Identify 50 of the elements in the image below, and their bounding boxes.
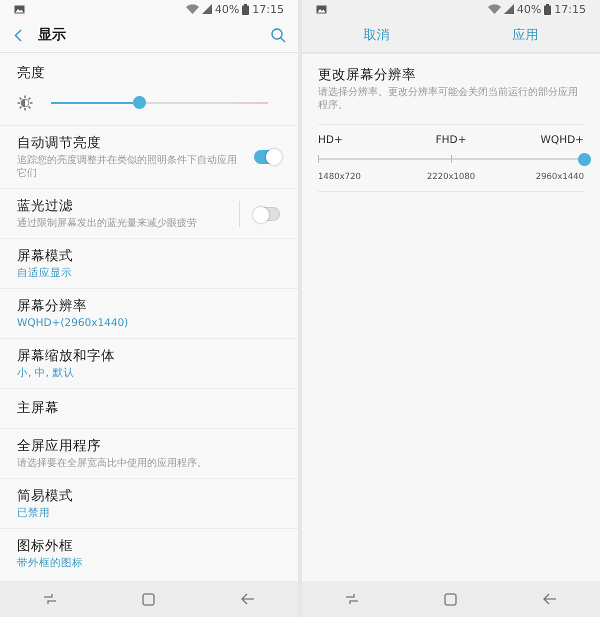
- setting-description: 追踪您的亮度调整并在类似的照明条件下自动应用它们: [17, 154, 238, 180]
- recent-apps-icon[interactable]: [42, 593, 57, 605]
- resolution-value: 1480x720: [318, 172, 361, 182]
- setting-title[interactable]: 屏幕模式: [17, 247, 268, 266]
- brightness-label: 亮度: [17, 64, 46, 83]
- toggle-switch[interactable]: [254, 206, 280, 220]
- setting-description: 请选择要在全屏宽高比中使用的应用程序。: [17, 457, 208, 470]
- wifi-icon: [488, 4, 501, 14]
- setting-value: 小, 中, 默认: [17, 367, 76, 380]
- setting-title[interactable]: 简易模式: [17, 487, 268, 506]
- toggle-switch[interactable]: [254, 150, 280, 164]
- dialog-title: 更改屏幕分辨率: [318, 66, 417, 85]
- battery-icon: [544, 4, 552, 14]
- brightness-icon: [17, 95, 33, 111]
- setting-value: 已禁用: [17, 507, 51, 520]
- home-icon[interactable]: [142, 592, 156, 606]
- gallery-icon: [316, 4, 327, 14]
- clock: 17:15: [554, 2, 586, 16]
- search-icon[interactable]: [271, 28, 286, 42]
- setting-title[interactable]: 屏幕缩放和字体: [17, 347, 268, 366]
- screen-title: 显示: [38, 26, 67, 44]
- resolution-option[interactable]: FHD+: [436, 134, 466, 146]
- setting-value: WQHD+(2960x1440): [17, 317, 130, 330]
- setting-value: 自适应显示: [17, 267, 73, 280]
- resolution-option[interactable]: HD+: [318, 134, 343, 146]
- battery-percent: 40%: [214, 2, 240, 16]
- setting-title[interactable]: 屏幕分辨率: [17, 297, 268, 316]
- dialog-description: 请选择分辨率。更改分辨率可能会关闭当前运行的部分应用程序。: [318, 86, 584, 125]
- setting-title[interactable]: 图标外框: [17, 537, 268, 556]
- battery-percent: 40%: [516, 2, 542, 16]
- setting-title[interactable]: 自动调节亮度: [17, 134, 242, 153]
- setting-title[interactable]: 主屏幕: [17, 399, 268, 418]
- gallery-icon: [14, 4, 25, 14]
- back-icon[interactable]: [241, 593, 256, 605]
- setting-title[interactable]: 蓝光过滤: [17, 197, 221, 216]
- signal-icon: [202, 4, 212, 14]
- setting-title[interactable]: 全屏应用程序: [17, 437, 268, 456]
- back-icon[interactable]: [543, 593, 558, 605]
- resolution-value: 2960x1440: [536, 172, 584, 182]
- signal-icon: [504, 4, 514, 14]
- setting-description: 通过限制屏幕发出的蓝光量来减少眼疲劳: [17, 217, 198, 230]
- resolution-option[interactable]: WQHD+: [540, 134, 584, 146]
- back-icon[interactable]: [14, 28, 22, 42]
- resolution-value: 2220x1080: [426, 172, 476, 182]
- recent-apps-icon[interactable]: [344, 593, 359, 605]
- wifi-icon: [186, 4, 199, 14]
- setting-value: 带外框的图标: [17, 557, 84, 570]
- clock: 17:15: [252, 2, 284, 16]
- battery-icon: [242, 4, 250, 14]
- home-icon[interactable]: [444, 592, 458, 606]
